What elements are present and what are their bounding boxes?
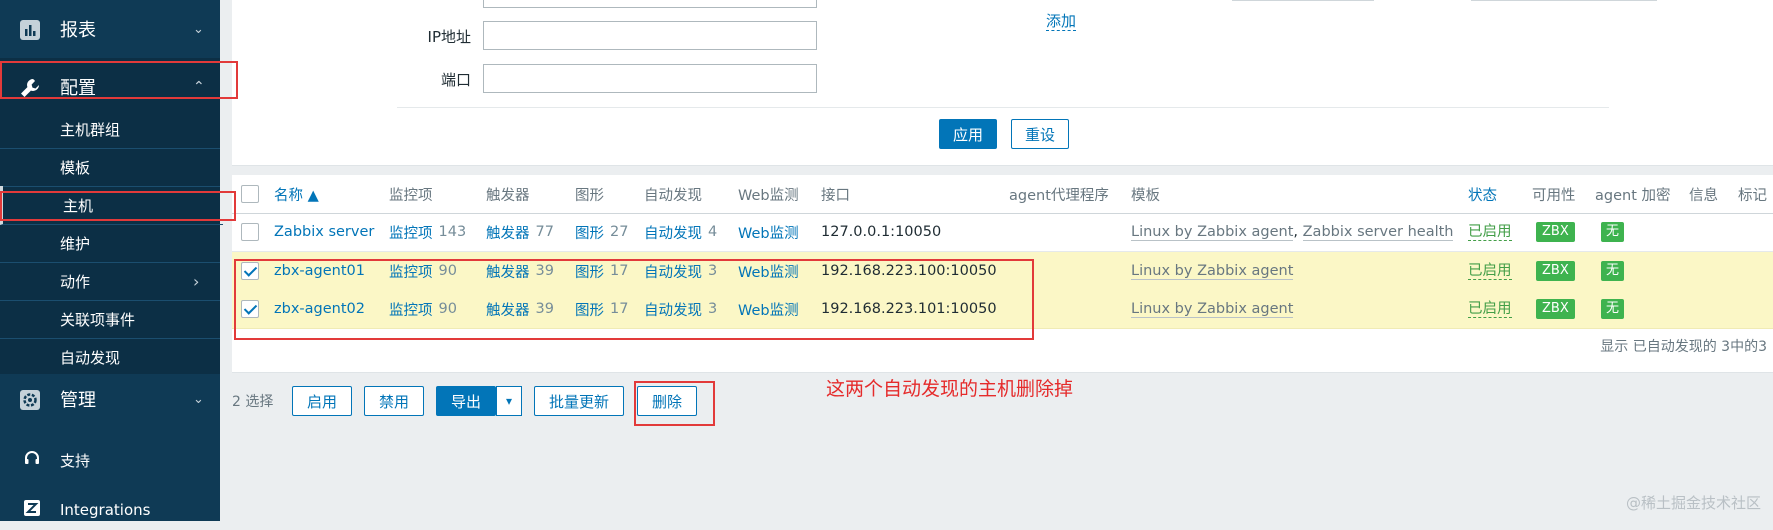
col-discovery-header: 自动发现 — [644, 187, 702, 204]
add-tag-link[interactable]: 添加 — [1046, 13, 1077, 31]
status-toggle[interactable]: 已启用 — [1468, 301, 1512, 318]
table-row: Zabbix server 监控项 143 触发器 77 图形 27 自动发现 4 We… — [232, 213, 1773, 252]
gear-icon — [19, 389, 41, 411]
headset-icon — [24, 450, 40, 470]
sidebar-item-label: 主机群组 — [60, 120, 121, 139]
sidebar-item-label: 维护 — [60, 234, 91, 253]
sidebar-item-reports[interactable]: 报表 ⌄ — [0, 0, 220, 58]
sidebar-item-label: 管理 — [60, 390, 96, 411]
chevron-down-icon: ⌄ — [193, 391, 204, 407]
template-link[interactable]: Zabbix server health — [1302, 224, 1454, 241]
status-toggle[interactable]: 已启用 — [1468, 224, 1512, 241]
mass-update-button[interactable]: 批量更新 — [534, 386, 624, 416]
col-status-header[interactable]: 状态 — [1468, 175, 1497, 213]
triggers-link[interactable]: 触发器 — [486, 222, 530, 243]
sidebar-item-hostgroups[interactable]: 主机群组 — [0, 110, 220, 149]
filter-input-partial[interactable] — [483, 0, 817, 8]
filter-divider — [397, 107, 1609, 108]
encryption-badge: 无 — [1601, 261, 1625, 281]
sidebar-item-label: 支持 — [60, 451, 91, 470]
template-separator: , — [1293, 224, 1299, 240]
template-link[interactable]: Linux by Zabbix agent — [1131, 263, 1294, 280]
web-link[interactable]: Web监测 — [738, 213, 799, 251]
filter-field-underline — [1471, 0, 1657, 1]
interface-value: 127.0.0.1:10050 — [821, 224, 942, 240]
sidebar-item-label: Integrations — [60, 501, 151, 519]
sidebar-item-maintenance[interactable]: 维护 — [0, 224, 220, 263]
table-header-row: 名称 ▲ 监控项 触发器 图形 自动发现 Web监测 接口 agent代理程序 … — [232, 175, 1773, 214]
bar-chart-icon — [19, 19, 41, 41]
filter-panel: 添加 IP地址 端口 应用 重设 — [232, 0, 1773, 166]
col-graphs-header: 图形 — [575, 187, 604, 204]
chevron-down-icon: ▾ — [505, 394, 513, 408]
sidebar-item-label: 动作 — [60, 272, 91, 291]
discovery-count: 4 — [708, 224, 718, 240]
annotation-box-hosts — [0, 191, 236, 221]
apply-button[interactable]: 应用 — [939, 119, 997, 149]
col-proxy-header: agent代理程序 — [1009, 187, 1109, 204]
discovery-link[interactable]: 自动发现 — [644, 222, 702, 243]
col-items-header: 监控项 — [389, 187, 433, 204]
sidebar-item-label: 关联项事件 — [60, 310, 136, 329]
col-interface-header: 接口 — [821, 187, 850, 204]
sidebar-item-integrations[interactable]: Integrations — [0, 490, 220, 530]
ip-address-input[interactable] — [483, 21, 817, 50]
status-toggle[interactable]: 已启用 — [1468, 263, 1512, 280]
col-info-header: 信息 — [1689, 187, 1718, 204]
col-availability-header: 可用性 — [1532, 187, 1576, 204]
export-button[interactable]: 导出 — [436, 386, 496, 416]
row-checkbox[interactable] — [241, 223, 259, 241]
chevron-down-icon: ⌄ — [193, 21, 204, 37]
disable-button[interactable]: 禁用 — [364, 386, 424, 416]
sidebar-item-actions[interactable]: 动作 › — [0, 262, 220, 301]
port-input[interactable] — [483, 64, 817, 93]
template-link[interactable]: Linux by Zabbix agent — [1131, 224, 1294, 241]
sidebar-item-label: 报表 — [60, 20, 96, 41]
sidebar-item-correlation[interactable]: 关联项事件 — [0, 300, 220, 339]
col-web-header: Web监测 — [738, 187, 799, 204]
sidebar-item-templates[interactable]: 模板 — [0, 148, 220, 187]
sidebar-item-support[interactable]: 支持 — [0, 440, 220, 480]
host-name-link[interactable]: Zabbix server — [274, 213, 374, 251]
table-stats: 显示 已自动发现的 3中的3 — [1600, 339, 1767, 355]
annotation-box-config — [0, 61, 238, 99]
encryption-badge: 无 — [1601, 299, 1625, 319]
triggers-count: 77 — [535, 224, 554, 240]
reset-button[interactable]: 重设 — [1011, 119, 1069, 149]
items-link[interactable]: 监控项 — [389, 222, 433, 243]
zbx-availability-badge: ZBX — [1536, 261, 1575, 281]
sidebar-item-label: 模板 — [60, 158, 91, 177]
zbx-availability-badge: ZBX — [1536, 299, 1575, 319]
col-encryption-header: agent 加密 — [1595, 187, 1671, 204]
graphs-count: 27 — [610, 224, 629, 240]
selected-count: 2 选择 — [232, 394, 274, 410]
ip-address-label: IP地址 — [427, 28, 471, 46]
graphs-link[interactable]: 图形 — [575, 222, 604, 243]
watermark: @稀土掘金技术社区 — [1625, 494, 1761, 512]
col-tags-header: 标记 — [1738, 187, 1767, 204]
annotation-box-delete — [634, 381, 715, 426]
port-label: 端口 — [440, 71, 471, 89]
sidebar-item-admin[interactable]: 管理 ⌄ — [0, 370, 220, 428]
col-triggers-header: 触发器 — [486, 187, 530, 204]
items-count: 143 — [438, 224, 467, 240]
annotation-note: 这两个自动发现的主机删除掉 — [826, 378, 1074, 400]
chevron-right-icon: › — [193, 271, 200, 291]
template-link[interactable]: Linux by Zabbix agent — [1131, 301, 1294, 318]
sidebar-item-label: 自动发现 — [60, 348, 121, 367]
encryption-badge: 无 — [1601, 222, 1625, 242]
zabbix-z-icon — [24, 500, 40, 520]
col-templates-header: 模板 — [1131, 187, 1160, 204]
select-all-checkbox[interactable] — [241, 185, 259, 203]
config-submenu: 主机群组 模板 主机 维护 动作 › 关联项事件 自动发现 — [0, 110, 223, 374]
enable-button[interactable]: 启用 — [292, 386, 352, 416]
filter-field-underline — [1232, 0, 1374, 1]
annotation-box-rows — [234, 259, 1034, 340]
zbx-availability-badge: ZBX — [1536, 222, 1575, 242]
export-dropdown-button[interactable]: ▾ — [496, 386, 522, 416]
col-name-header[interactable]: 名称 ▲ — [274, 175, 319, 213]
